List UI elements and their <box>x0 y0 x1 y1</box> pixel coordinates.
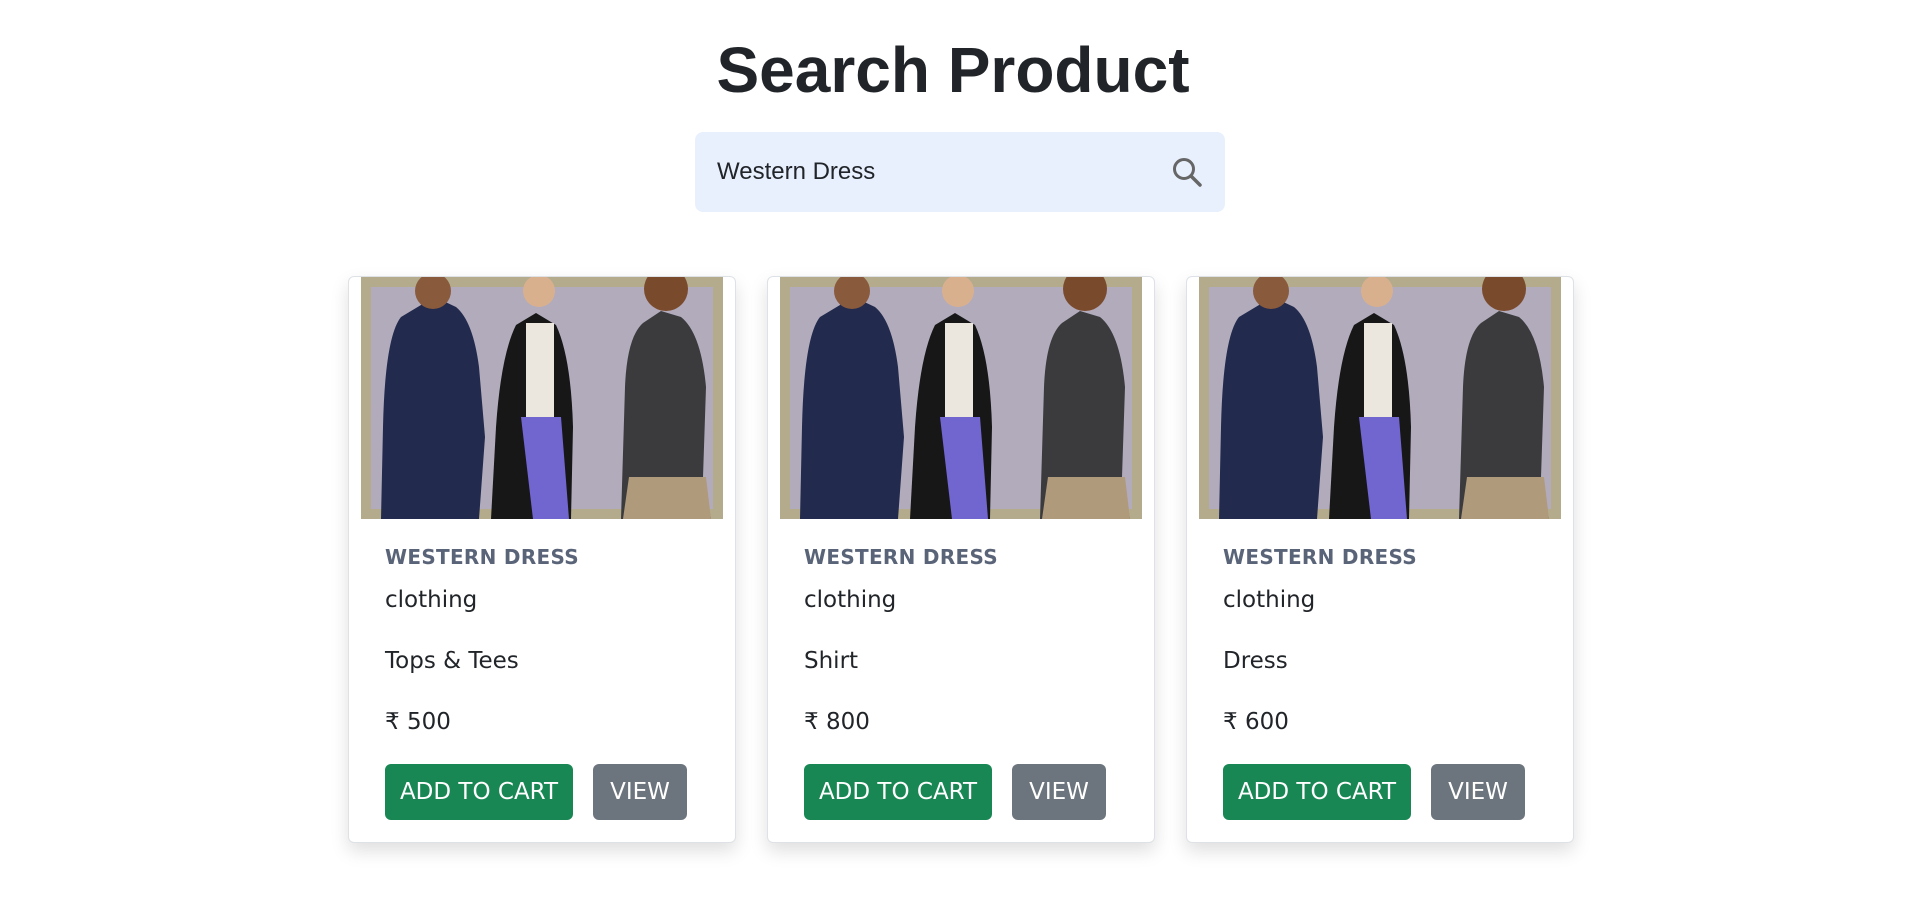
search-icon[interactable] <box>1171 156 1203 188</box>
view-button[interactable]: VIEW <box>593 764 687 820</box>
product-card: WESTERN DRESS clothing Dress ₹ 600 ADD T… <box>1186 276 1574 843</box>
view-button[interactable]: VIEW <box>1431 764 1525 820</box>
product-category: clothing <box>1223 587 1316 613</box>
product-card: WESTERN DRESS clothing Shirt ₹ 800 ADD T… <box>767 276 1155 843</box>
search-input[interactable] <box>695 132 1145 212</box>
product-title: WESTERN DRESS <box>804 545 999 569</box>
product-category: clothing <box>804 587 897 613</box>
view-button[interactable]: VIEW <box>1012 764 1106 820</box>
page-title: Search Product <box>716 34 1190 106</box>
product-image <box>780 277 1142 519</box>
product-subcategory: Shirt <box>804 648 859 674</box>
search-bar <box>695 132 1225 212</box>
product-price: ₹ 500 <box>385 709 451 735</box>
product-category: clothing <box>385 587 478 613</box>
product-subcategory: Dress <box>1223 648 1288 674</box>
product-image <box>361 277 723 519</box>
product-list: WESTERN DRESS clothing Tops & Tees ₹ 500… <box>348 276 1574 846</box>
product-title: WESTERN DRESS <box>385 545 580 569</box>
product-price: ₹ 600 <box>1223 709 1289 735</box>
product-price: ₹ 800 <box>804 709 870 735</box>
add-to-cart-button[interactable]: ADD TO CART <box>385 764 573 820</box>
product-title: WESTERN DRESS <box>1223 545 1418 569</box>
product-subcategory: Tops & Tees <box>385 648 519 674</box>
add-to-cart-button[interactable]: ADD TO CART <box>804 764 992 820</box>
add-to-cart-button[interactable]: ADD TO CART <box>1223 764 1411 820</box>
product-card: WESTERN DRESS clothing Tops & Tees ₹ 500… <box>348 276 736 843</box>
product-image <box>1199 277 1561 519</box>
